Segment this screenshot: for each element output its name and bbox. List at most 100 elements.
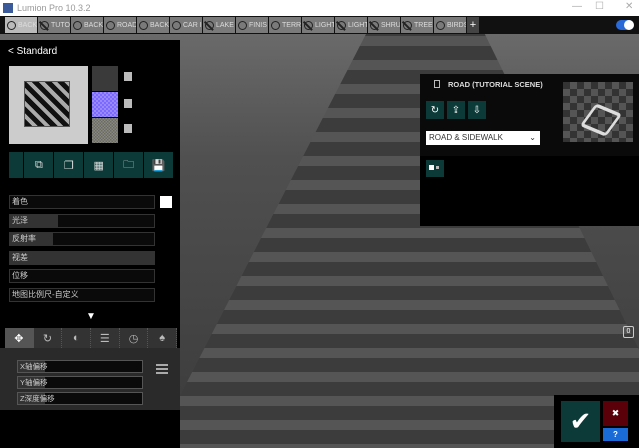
maximize-button[interactable]: ☐	[595, 1, 604, 12]
save-icon[interactable]: 💾	[144, 152, 173, 178]
tab-layer[interactable]: BIRDS	[434, 17, 466, 33]
eye-icon[interactable]	[172, 20, 181, 30]
property-label: 反射率	[12, 234, 36, 243]
offset-label: Z深度偏移	[20, 394, 55, 403]
chevron-down-icon: ⌄	[529, 133, 536, 142]
material-slot-icon[interactable]	[426, 160, 444, 177]
slider-fill	[10, 251, 154, 264]
property-label: 着色	[12, 197, 28, 206]
camera-button[interactable]: 0	[623, 326, 634, 338]
layer-toggle[interactable]	[616, 20, 634, 30]
export-icon[interactable]: ⇩	[468, 101, 486, 119]
offset-slider[interactable]: Y轴偏移	[17, 376, 143, 389]
tab-label: ROAD	[117, 21, 136, 29]
map-file-icon[interactable]	[124, 124, 132, 133]
tool-tab-icon[interactable]: ◐	[62, 328, 92, 348]
tab-layer[interactable]: TUTO	[38, 17, 70, 33]
property-label: 光泽	[12, 215, 28, 225]
tab-label: LIGHT	[315, 21, 334, 29]
material-list	[420, 156, 639, 226]
tab-label: BIRDS	[447, 21, 466, 29]
tab-layer[interactable]: LIGHT	[302, 17, 334, 33]
tab-layer[interactable]: CAR I	[170, 17, 202, 33]
eye-off-icon[interactable]	[205, 20, 214, 30]
eye-icon[interactable]	[139, 20, 148, 30]
property-slider[interactable]: 位移	[9, 269, 155, 283]
eye-icon[interactable]	[73, 20, 82, 30]
tool-tab-icon[interactable]: ♠	[148, 328, 178, 348]
material-title: Standard	[16, 46, 58, 57]
back-icon[interactable]: <	[8, 46, 14, 57]
property-slider[interactable]: 反射率	[9, 232, 155, 246]
tab-layer[interactable]: ROAD	[104, 17, 136, 33]
open-folder-icon[interactable]: 🗀	[114, 152, 144, 178]
eye-icon[interactable]	[7, 20, 16, 30]
tool-tab-icon[interactable]: ↻	[34, 328, 63, 348]
copy-icon[interactable]: ⧉	[24, 152, 54, 178]
tab-label: BACK	[18, 21, 37, 29]
eye-off-icon[interactable]	[304, 20, 313, 30]
expand-icon[interactable]: ▼	[86, 311, 96, 322]
import-icon[interactable]: ⇪	[447, 101, 465, 119]
tab-layer[interactable]: BACK	[5, 17, 37, 33]
eye-off-icon[interactable]	[337, 20, 346, 30]
tool-tab-icon[interactable]: ☰	[91, 328, 120, 348]
color-map-swatch[interactable]	[92, 66, 118, 91]
tool-tab-icon[interactable]: ✥	[5, 328, 34, 348]
object-title: ROAD (TUTORIAL SCENE)	[448, 80, 543, 89]
paste-icon[interactable]: ❐	[54, 152, 84, 178]
material-header[interactable]: < Standard	[8, 46, 57, 57]
tab-layer[interactable]: FINIS	[236, 17, 268, 33]
eye-icon[interactable]	[436, 20, 445, 30]
help-button[interactable]: ?	[603, 428, 628, 441]
tab-layer[interactable]: BACK	[137, 17, 169, 33]
property-slider[interactable]: 地图比例尺-自定义	[9, 287, 155, 302]
refresh-icon[interactable]: ↻	[426, 101, 444, 119]
tab-layer[interactable]: TERR	[269, 17, 301, 33]
eye-off-icon[interactable]	[370, 20, 379, 30]
tab-layer[interactable]: SHRU	[368, 17, 400, 33]
eye-icon[interactable]	[238, 20, 247, 30]
property-slider[interactable]: 着色	[9, 195, 155, 209]
tab-layer[interactable]: LAKE	[203, 17, 235, 33]
minimize-button[interactable]: —	[572, 1, 582, 12]
roughness-map-swatch[interactable]	[92, 118, 118, 143]
tool-tab-icon[interactable]: ◷	[120, 328, 149, 348]
tab-label: TERR	[282, 21, 301, 29]
add-tab-button[interactable]: +	[467, 17, 479, 33]
eye-icon[interactable]	[106, 20, 115, 30]
offset-slider[interactable]: Z深度偏移	[17, 392, 143, 405]
color-picker[interactable]	[160, 196, 172, 208]
property-label: 位移	[12, 271, 28, 280]
tab-label: FINIS	[249, 21, 267, 29]
menu-icon[interactable]	[156, 364, 168, 374]
close-button[interactable]: ✕	[625, 1, 633, 12]
window-title: Lumion Pro 10.3.2	[17, 3, 91, 13]
eye-off-icon[interactable]	[40, 20, 49, 30]
map-file-icon[interactable]	[124, 72, 132, 81]
tab-label: CAR I	[183, 21, 202, 29]
tab-label: SHRU	[381, 21, 400, 29]
object-thumbnail	[563, 82, 633, 142]
eye-icon[interactable]	[271, 20, 280, 30]
tab-layer[interactable]: LIGHT	[335, 17, 367, 33]
title-bar: Lumion Pro 10.3.2 — ☐ ✕	[0, 0, 639, 16]
map-file-icon[interactable]	[124, 99, 132, 108]
normal-map-swatch[interactable]	[92, 92, 118, 117]
tab-layer[interactable]: TREE	[401, 17, 433, 33]
cancel-button[interactable]: ✖	[603, 401, 628, 426]
ok-button[interactable]: ✔	[561, 401, 600, 442]
category-select[interactable]: ROAD & SIDEWALK ⌄	[426, 131, 540, 145]
property-slider[interactable]: 视差	[9, 250, 155, 265]
tab-label: BACK	[84, 21, 103, 29]
material-library-icon[interactable]: ▦	[84, 152, 114, 178]
property-slider[interactable]: 光泽	[9, 213, 155, 228]
tool-row: ✥ ↻ ◐ ☰ ◷ ♠	[5, 328, 178, 348]
offset-label: X轴偏移	[20, 362, 48, 371]
material-preview[interactable]	[9, 66, 88, 144]
tab-layer[interactable]: BACK	[71, 17, 103, 33]
eye-off-icon[interactable]	[403, 20, 412, 30]
spacer	[9, 152, 24, 178]
tab-label: BACK	[150, 21, 169, 29]
offset-slider[interactable]: X轴偏移	[17, 360, 143, 373]
